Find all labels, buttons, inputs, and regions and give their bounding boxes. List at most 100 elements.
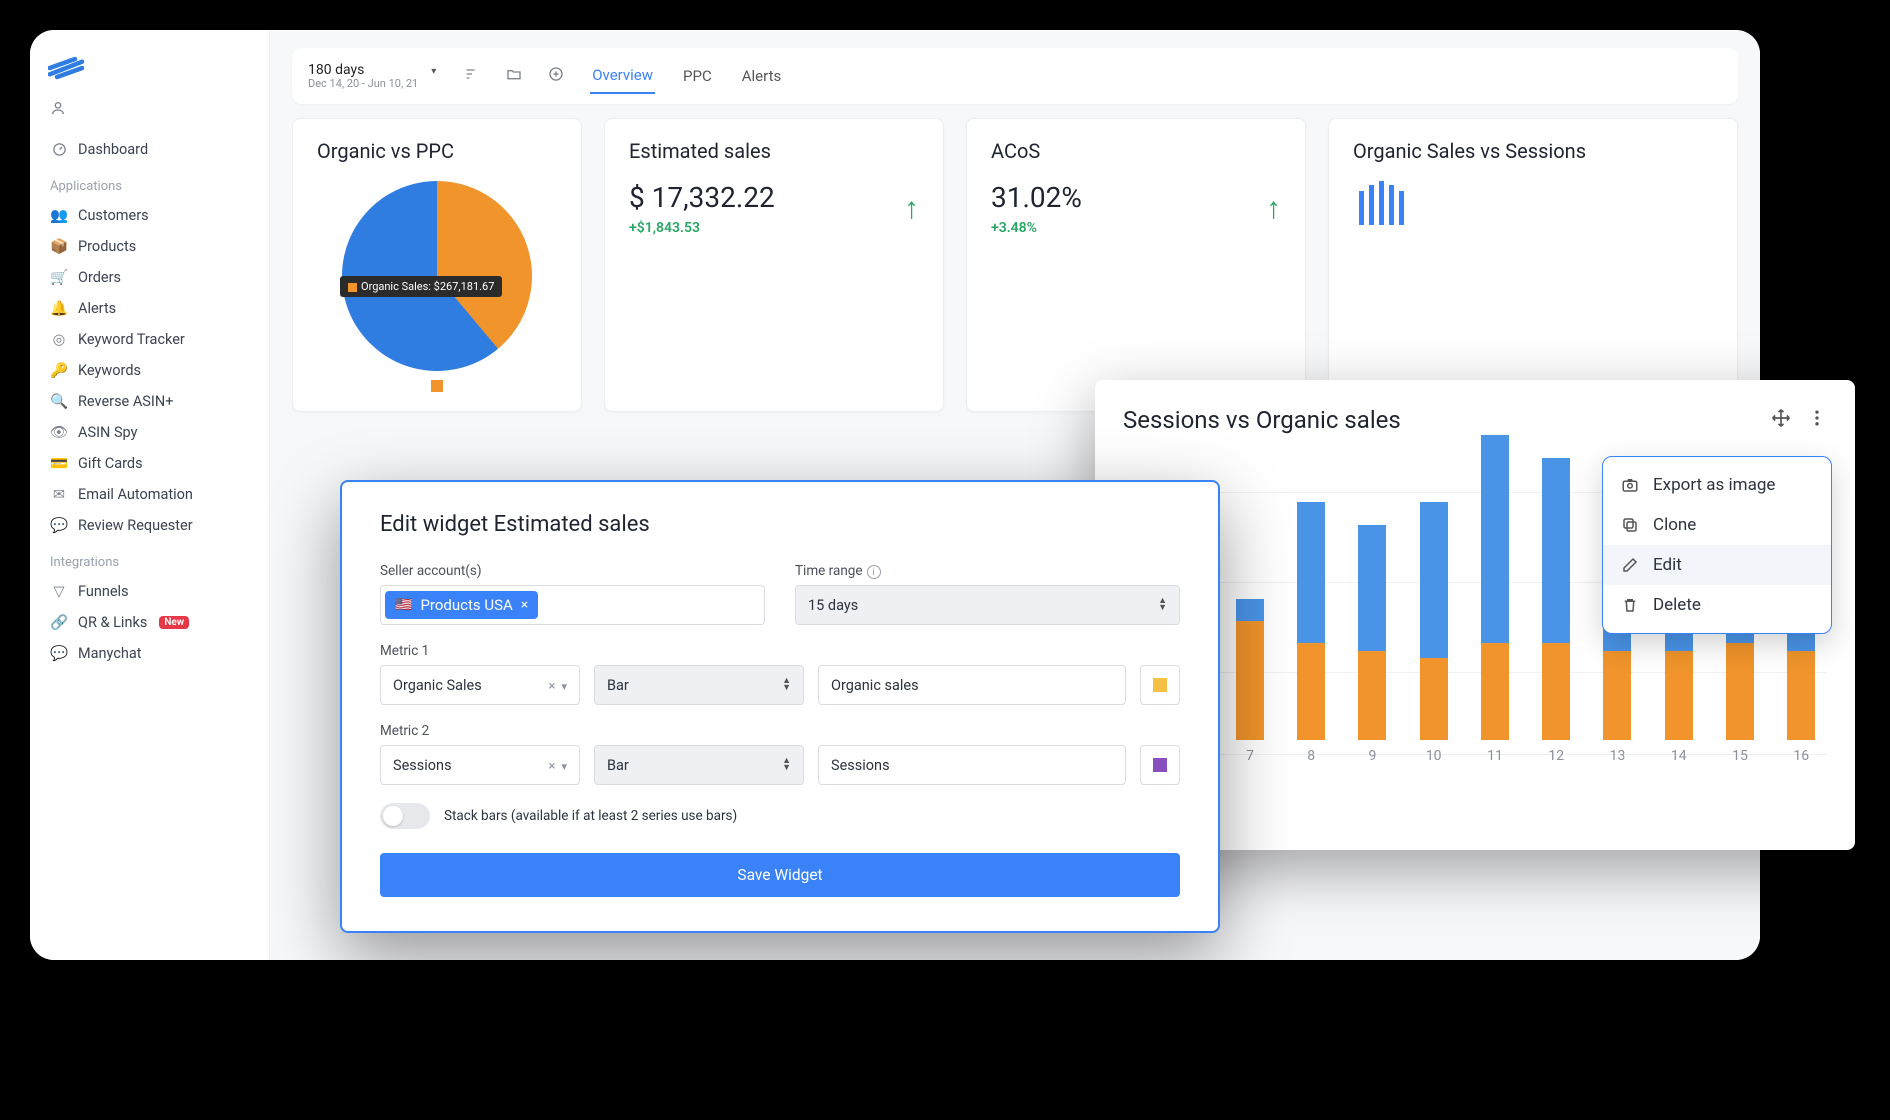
clear-icon[interactable]: × <box>549 679 556 694</box>
eye-icon: 👁 <box>50 424 68 441</box>
trend-up-icon: ↑ <box>904 191 919 226</box>
bar-segment-sessions <box>1542 458 1570 644</box>
nav-reverse-asin-label: Reverse ASIN+ <box>78 393 173 410</box>
stack-bars-toggle[interactable] <box>380 803 430 829</box>
nav-asin-spy[interactable]: 👁ASIN Spy <box>40 417 259 448</box>
x-tick: 15 <box>1732 748 1748 764</box>
nav-funnels[interactable]: ▽Funnels <box>40 576 259 607</box>
color-swatch-icon <box>1153 678 1167 692</box>
nav-products-label: Products <box>78 238 136 255</box>
menu-delete[interactable]: Delete <box>1603 585 1831 625</box>
tab-alerts[interactable]: Alerts <box>740 59 784 93</box>
nav-gift-cards[interactable]: 💳Gift Cards <box>40 448 259 479</box>
metric1-type-value: Bar <box>607 677 629 694</box>
nav-qr-links-label: QR & Links <box>78 614 147 631</box>
bar-segment-organic <box>1665 651 1693 740</box>
metric2-type-select[interactable]: Bar ▲▼ <box>594 745 804 785</box>
sessions-title: Sessions vs Organic sales <box>1123 406 1401 434</box>
bell-icon: 🔔 <box>50 300 68 317</box>
add-icon[interactable] <box>548 66 564 86</box>
profile-icon[interactable] <box>50 100 259 120</box>
metric1-color-picker[interactable] <box>1140 665 1180 705</box>
chip-remove-icon[interactable]: × <box>521 597 528 613</box>
bar-column: 7 <box>1224 599 1275 764</box>
menu-export-image[interactable]: Export as image <box>1603 465 1831 505</box>
nav-review-requester[interactable]: 💬 Review Requester <box>40 510 259 541</box>
x-tick: 14 <box>1671 748 1687 764</box>
nav-qr-links[interactable]: 🔗QR & LinksNew <box>40 607 259 638</box>
nav-review-requester-label: Review Requester <box>78 517 193 534</box>
info-icon[interactable]: i <box>867 565 881 579</box>
x-tick: 12 <box>1548 748 1564 764</box>
tooltip-swatch-icon <box>348 283 357 292</box>
nav-gift-cards-label: Gift Cards <box>78 455 143 472</box>
date-range-picker[interactable]: 180 days Dec 14, 20 - Jun 10, 21 <box>308 62 438 91</box>
bar-segment-organic <box>1420 658 1448 740</box>
range-sub: Dec 14, 20 - Jun 10, 21 <box>308 78 418 91</box>
nav-manychat-label: Manychat <box>78 645 142 662</box>
nav-manychat[interactable]: 💬Manychat <box>40 638 259 669</box>
nav-customers[interactable]: 👥Customers <box>40 200 259 231</box>
folder-icon[interactable] <box>506 66 522 86</box>
clear-icon[interactable]: × <box>549 759 556 774</box>
bar-segment-organic <box>1787 651 1815 740</box>
menu-export-label: Export as image <box>1653 475 1775 495</box>
pie-tooltip-text: Organic Sales: $267,181.67 <box>361 280 494 293</box>
sort-icon[interactable] <box>464 66 480 86</box>
card-acos-delta: +3.48% <box>991 220 1082 236</box>
tab-overview[interactable]: Overview <box>590 58 655 94</box>
nav-alerts[interactable]: 🔔Alerts <box>40 293 259 324</box>
move-icon[interactable] <box>1771 408 1791 432</box>
menu-clone-label: Clone <box>1653 515 1696 535</box>
bar-column: 8 <box>1286 502 1337 764</box>
bar-column: 12 <box>1531 458 1582 764</box>
metric1-select[interactable]: Organic Sales ×▾ <box>380 665 580 705</box>
nav-reverse-asin[interactable]: 🔍Reverse ASIN+ <box>40 386 259 417</box>
card-organic-vs-ppc: Organic vs PPC Organic Sales: $267,181.6… <box>292 118 582 412</box>
card-est-title: Estimated sales <box>629 139 919 163</box>
metric2-type-value: Bar <box>607 757 629 774</box>
nav-orders[interactable]: 🛒 Orders <box>40 262 259 293</box>
nav-dashboard[interactable]: Dashboard <box>40 134 259 165</box>
funnel-icon: ▽ <box>50 583 68 600</box>
metric1-alias-input[interactable]: Organic sales <box>818 665 1126 705</box>
bar-segment-sessions <box>1481 435 1509 643</box>
chat-icon: 💬 <box>50 517 68 534</box>
label-seller-accounts: Seller account(s) <box>380 563 765 579</box>
account-chip[interactable]: 🇺🇸 Products USA × <box>385 591 538 619</box>
camera-icon <box>1621 476 1641 494</box>
target-icon: ◎ <box>50 331 68 348</box>
time-range-select[interactable]: 15 days ▲▼ <box>795 585 1180 625</box>
sidebar: Dashboard Applications 👥Customers 📦Produ… <box>30 30 270 960</box>
nav-products[interactable]: 📦 Products <box>40 231 259 262</box>
cart-icon: 🛒 <box>50 269 68 286</box>
metric2-color-picker[interactable] <box>1140 745 1180 785</box>
metric2-select[interactable]: Sessions ×▾ <box>380 745 580 785</box>
nav-keywords[interactable]: 🔑Keywords <box>40 355 259 386</box>
menu-clone[interactable]: Clone <box>1603 505 1831 545</box>
x-tick: 8 <box>1307 748 1315 764</box>
tab-ppc[interactable]: PPC <box>681 59 714 93</box>
bar-segment-organic <box>1297 643 1325 740</box>
gauge-icon <box>50 142 68 157</box>
nav-orders-label: Orders <box>78 269 121 286</box>
save-widget-button[interactable]: Save Widget <box>380 853 1180 897</box>
account-chip-label: Products USA <box>420 596 512 614</box>
metric1-type-select[interactable]: Bar ▲▼ <box>594 665 804 705</box>
chevron-down-icon: ▾ <box>561 760 567 773</box>
bar-segment-sessions <box>1420 502 1448 658</box>
card-estimated-sales: Estimated sales $ 17,332.22 +$1,843.53 ↑ <box>604 118 944 412</box>
nav-keyword-tracker[interactable]: ◎Keyword Tracker <box>40 324 259 355</box>
menu-edit[interactable]: Edit <box>1603 545 1831 585</box>
nav-keywords-label: Keywords <box>78 362 141 379</box>
nav-email-automation[interactable]: ✉Email Automation <box>40 479 259 510</box>
bar-column: 11 <box>1469 435 1520 764</box>
x-tick: 16 <box>1793 748 1809 764</box>
nav-dashboard-label: Dashboard <box>78 141 148 158</box>
seller-accounts-input[interactable]: 🇺🇸 Products USA × <box>380 585 765 625</box>
cube-icon: 📦 <box>50 238 68 255</box>
card-est-value: $ 17,332.22 <box>629 181 775 214</box>
more-icon[interactable] <box>1807 408 1827 432</box>
metric2-alias-input[interactable]: Sessions <box>818 745 1126 785</box>
pie-legend <box>332 377 542 396</box>
